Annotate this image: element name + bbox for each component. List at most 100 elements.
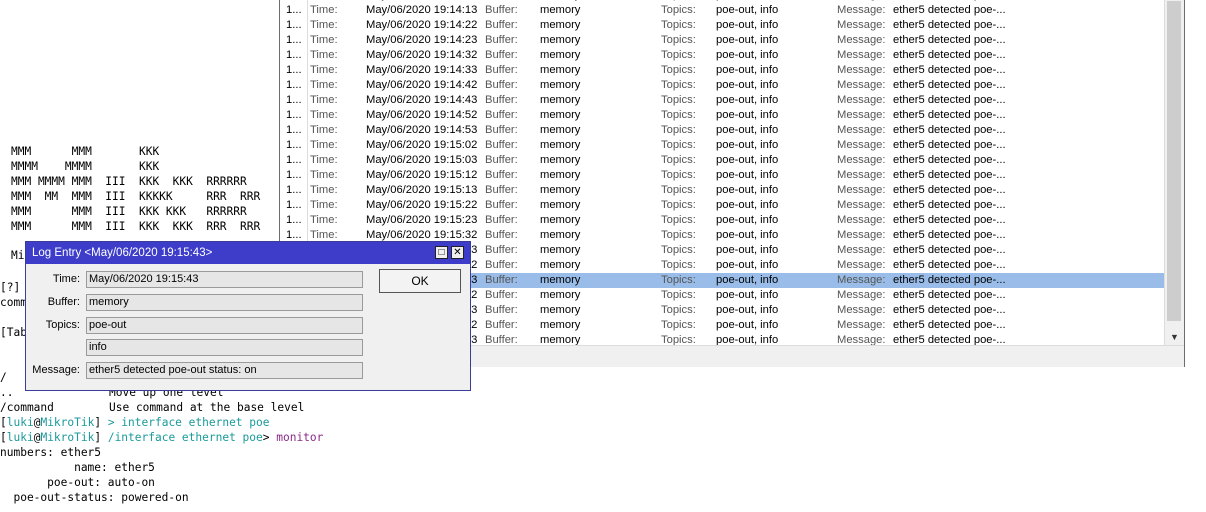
log-topics-value: poe-out, info [716,169,779,181]
log-time-label: Time: [310,154,338,166]
log-topics-label: Topics: [661,4,696,16]
log-row[interactable]: 1... Time: May/06/2020 19:15:13 Buffer: memo… [281,183,1165,198]
log-time-value: May/06/2020 19:14:52 [366,109,478,121]
log-topics-value: poe-out, info [716,124,779,136]
logo-line-4: MMM MM MMM III KKKKK RRR RRR [11,190,261,203]
log-row[interactable]: 1... Time: May/06/2020 19:14:42 Buffer: memo… [281,78,1165,93]
log-topics-label: Topics: [661,184,696,196]
ok-button[interactable]: OK [379,269,461,293]
log-row-id: 1... [286,94,302,106]
column-separator [307,153,308,168]
log-time-value: May/06/2020 19:14:22 [366,19,478,31]
log-entry-dialog[interactable]: Log Entry <May/06/2020 19:15:43> □ ✕ Tim… [25,241,471,391]
log-row[interactable]: 1... Time: May/06/2020 19:15:23 Buffer: memo… [281,213,1165,228]
column-separator [307,18,308,33]
logo-line-1: MMM MMM KKK [11,145,160,158]
close-icon[interactable]: ✕ [451,246,464,259]
log-buffer-label: Buffer: [485,109,518,121]
log-message-label: Message: [837,319,886,331]
log-topics-value: poe-out, info [716,139,779,151]
log-message-value: ether5 detected poe-... [893,259,1006,271]
log-buffer-label: Buffer: [485,259,518,271]
log-buffer-value: memory [540,64,581,76]
log-message-value: ether5 detected poe-... [893,4,1006,16]
log-time-label: Time: [310,34,338,46]
log-row[interactable]: 1... Time: May/06/2020 19:15:02 Buffer: memo… [281,138,1165,153]
log-topics-label: Topics: [661,109,696,121]
log-buffer-label: Buffer: [485,274,518,286]
log-row[interactable]: 1... Time: May/06/2020 19:14:43 Buffer: memo… [281,93,1165,108]
column-separator [307,3,308,18]
log-buffer-label: Buffer: [485,64,518,76]
log-row[interactable]: 1... Time: May/06/2020 19:14:53 Buffer: memo… [281,123,1165,138]
log-buffer-label: Buffer: [485,79,518,91]
column-separator [307,48,308,63]
log-row[interactable]: 1... Time: May/06/2020 19:14:52 Buffer: memo… [281,108,1165,123]
log-topics-value: poe-out, info [716,94,779,106]
log-topics-label: Topics: [661,319,696,331]
topics-field[interactable]: poe-out [86,317,363,334]
message-label: Message: [32,364,80,376]
scrollbar-thumb[interactable] [1167,1,1181,321]
scroll-down-arrow-icon[interactable]: ▼ [1165,329,1184,345]
log-message-value: ether5 detected poe-... [893,199,1006,211]
log-buffer-value: memory [540,199,581,211]
terminal-prompt-line: [luki@MikroTik] /interface ethernet poe>… [0,430,323,445]
log-row-id: 1... [286,4,302,16]
log-message-label: Message: [837,79,886,91]
log-message-value: ether5 detected poe-... [893,64,1006,76]
buffer-field[interactable]: memory [86,294,363,311]
message-field[interactable]: ether5 detected poe-out status: on [86,362,363,379]
log-topics-value: poe-out, info [716,214,779,226]
log-row[interactable]: 1... Time: May/06/2020 19:15:03 Buffer: memo… [281,153,1165,168]
prompt-path: /interface ethernet poe [101,431,263,444]
log-topics-value: poe-out, info [716,304,779,316]
dialog-titlebar[interactable]: Log Entry <May/06/2020 19:15:43> □ ✕ [26,242,470,264]
log-message-label: Message: [837,334,886,345]
log-row[interactable]: 1... Time: May/06/2020 19:14:33 Buffer: memo… [281,63,1165,78]
log-row-id: 1... [286,79,302,91]
log-time-value: May/06/2020 19:15:13 [366,184,478,196]
log-message-label: Message: [837,19,886,31]
log-row-id: 1... [286,34,302,46]
log-row-id: 1... [286,124,302,136]
log-topics-value: poe-out, info [716,109,779,121]
topics-field[interactable]: info [86,339,363,356]
log-topics-value: poe-out, info [716,229,779,241]
log-row[interactable]: 1... Time: May/06/2020 19:15:22 Buffer: memo… [281,198,1165,213]
log-row[interactable]: 1... Time: May/06/2020 19:15:12 Buffer: memo… [281,168,1165,183]
log-row-id: 1... [286,139,302,151]
logo-line-6: MMM MMM III KKK KKK RRR RRR [11,220,261,233]
log-message-label: Message: [837,109,886,121]
log-buffer-label: Buffer: [485,169,518,181]
maximize-icon[interactable]: □ [435,246,448,259]
log-message-label: Message: [837,229,886,241]
dialog-title: Log Entry <May/06/2020 19:15:43> [32,247,213,259]
log-message-label: Message: [837,289,886,301]
log-message-label: Message: [837,259,886,271]
log-topics-label: Topics: [661,79,696,91]
log-vertical-scrollbar[interactable]: ▼ [1164,0,1184,345]
log-time-label: Time: [310,199,338,211]
log-buffer-value: memory [540,274,581,286]
terminal-help-desc: Use command at the base level [109,401,305,414]
log-topics-label: Topics: [661,169,696,181]
log-time-value: May/06/2020 19:14:23 [366,34,478,46]
log-time-label: Time: [310,184,338,196]
log-message-label: Message: [837,94,886,106]
log-message-label: Message: [837,199,886,211]
log-message-value: ether5 detected poe-... [893,34,1006,46]
terminal-help-cmd: /command [0,401,54,414]
log-row[interactable]: 1... Time: May/06/2020 19:14:32 Buffer: memo… [281,48,1165,63]
log-row[interactable]: 1... Time: May/06/2020 19:14:22 Buffer: memo… [281,18,1165,33]
log-buffer-label: Buffer: [485,34,518,46]
log-message-value: ether5 detected poe-... [893,274,1006,286]
log-row[interactable]: 1... Time: May/06/2020 19:14:23 Buffer: memo… [281,33,1165,48]
terminal-help-cmd: .. [0,386,14,399]
time-field[interactable]: May/06/2020 19:15:43 [86,271,363,288]
log-topics-label: Topics: [661,124,696,136]
log-topics-value: poe-out, info [716,184,779,196]
log-row[interactable]: 1... Time: May/06/2020 19:14:13 Buffer: memo… [281,3,1165,18]
log-topics-label: Topics: [661,334,696,345]
log-buffer-value: memory [540,214,581,226]
